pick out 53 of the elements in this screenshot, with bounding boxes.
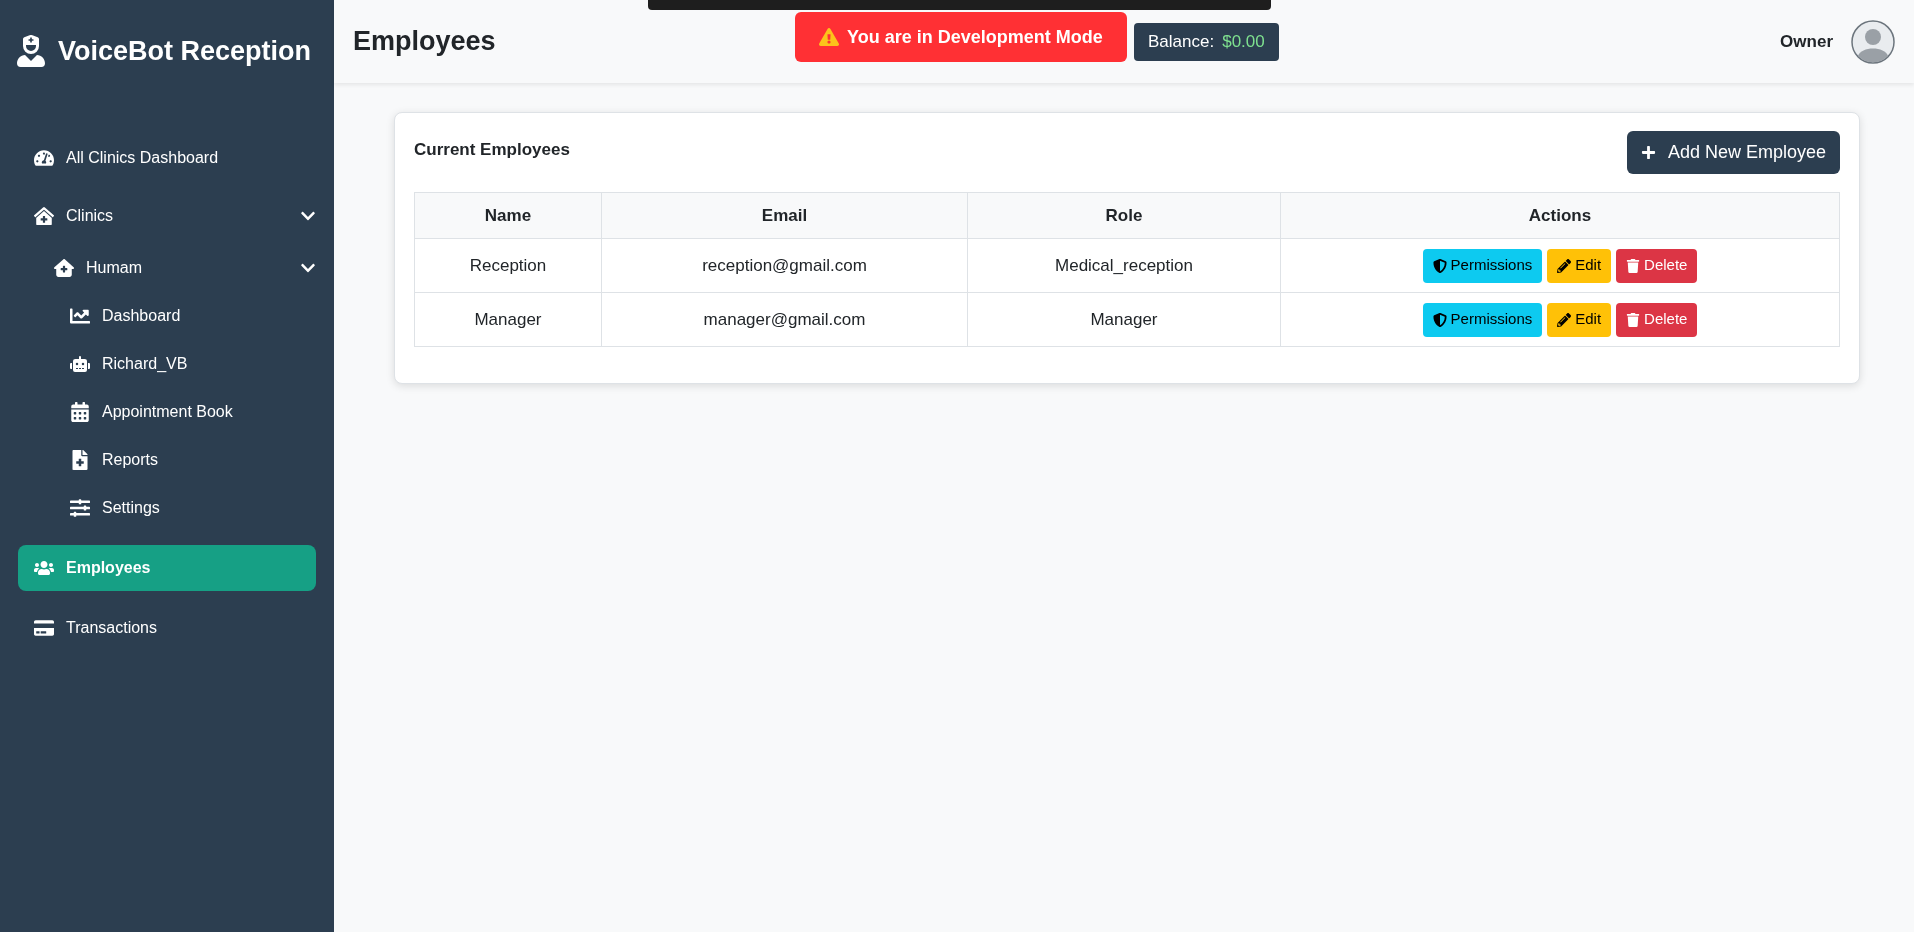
sliders-icon [70, 498, 90, 518]
table-cell: Medical_reception [967, 238, 1281, 293]
house-medical-icon [54, 258, 74, 278]
sidebar-item[interactable]: Dashboard [0, 293, 334, 339]
page-title: Employees [353, 25, 496, 59]
users-icon [34, 558, 54, 578]
action-button[interactable]: Delete [1616, 248, 1698, 283]
sidebar-item[interactable]: Settings [0, 485, 334, 531]
sidebar-item[interactable]: All Clinics Dashboard [0, 135, 334, 181]
avatar-icon [1851, 19, 1895, 64]
column-header: Actions [1280, 192, 1840, 239]
brand-title: VoiceBot Reception [58, 34, 312, 68]
add-employee-button[interactable]: Add New Employee [1626, 131, 1840, 174]
table-cell: Reception [414, 238, 602, 293]
table-cell: reception@gmail.com [601, 238, 968, 293]
balance-value: $0.00 [1222, 31, 1265, 54]
column-header: Name [414, 192, 602, 239]
trash-icon [1626, 258, 1641, 273]
action-button[interactable]: Delete [1616, 302, 1698, 337]
shield-icon [1432, 312, 1447, 327]
action-button[interactable]: Permissions [1422, 248, 1543, 283]
card-title: Current Employees [414, 139, 570, 161]
credit-card-icon [34, 618, 54, 638]
column-header: Email [601, 192, 968, 239]
user-name: Owner [1780, 30, 1833, 53]
robot-icon [70, 354, 90, 374]
column-header: Role [967, 192, 1281, 239]
action-button[interactable]: Permissions [1422, 302, 1543, 337]
gauge-icon [34, 148, 54, 168]
table-cell: Manager [967, 292, 1281, 347]
plus-icon [1640, 145, 1656, 160]
sidebar-item[interactable]: Reports [0, 437, 334, 483]
calendar-icon [70, 402, 90, 422]
action-button[interactable]: Edit [1547, 248, 1612, 283]
medical-file-icon [70, 450, 90, 470]
sidebar-item[interactable]: Transactions [0, 605, 334, 651]
line-chart-icon [70, 306, 90, 326]
sidebar-item[interactable]: Appointment Book [0, 389, 334, 435]
trash-icon [1626, 312, 1641, 327]
sidebar-item[interactable]: Richard_VB [0, 341, 334, 387]
shield-icon [1432, 258, 1447, 273]
sidebar-item[interactable]: Clinics [0, 193, 334, 239]
pencil-icon [1557, 258, 1572, 273]
hospital-icon [34, 206, 54, 226]
pencil-icon [1557, 312, 1572, 327]
action-button[interactable]: Edit [1547, 302, 1612, 337]
table-cell: manager@gmail.com [601, 292, 968, 347]
nurse-icon [16, 35, 46, 67]
warning-icon [819, 27, 839, 47]
toast-text: You are in Development Mode [847, 25, 1103, 49]
table-cell: Manager [414, 292, 602, 347]
balance-label: Balance: [1148, 31, 1215, 54]
sidebar-item[interactable]: Humam [0, 245, 334, 291]
